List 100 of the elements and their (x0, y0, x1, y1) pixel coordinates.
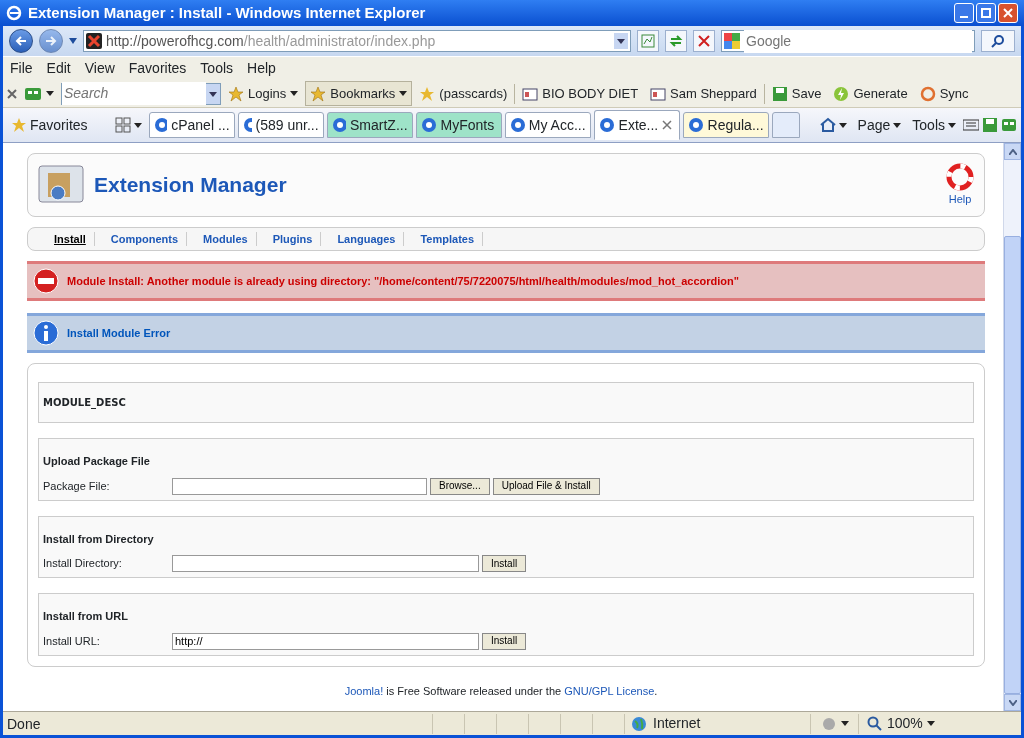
maximize-icon (981, 8, 991, 18)
site-logo-icon (86, 33, 102, 49)
search-field[interactable]: Search (61, 82, 221, 105)
command-button[interactable]: Tools (908, 114, 960, 136)
star-icon (310, 85, 327, 102)
caret-icon (838, 122, 847, 128)
minimize-icon (960, 16, 968, 18)
browser-tab[interactable]: (589 unr... (237, 112, 324, 138)
address-field[interactable]: http://powerofhcg.com/health/administrator/index.php (83, 30, 631, 52)
input-field[interactable] (172, 477, 427, 495)
robot-icon (1001, 117, 1017, 133)
field-label: Package File: (43, 478, 111, 494)
footer-link[interactable]: Joomla! (344, 684, 384, 697)
command-button[interactable]: Page (853, 114, 906, 136)
toolbar-button[interactable]: Sync (914, 80, 974, 107)
browser-tab[interactable]: Regula... (682, 112, 769, 138)
submenu-link[interactable]: Languages (329, 232, 405, 246)
menu-item[interactable]: File (3, 58, 40, 79)
toolbar-button[interactable]: (passcards) (414, 80, 513, 107)
stop-icon[interactable] (693, 30, 715, 52)
toolbar-button[interactable]: Bookmarks (305, 80, 413, 107)
search-engine-icon (724, 33, 740, 49)
submenu-link[interactable]: Modules (195, 232, 257, 246)
browser-tab[interactable]: cPanel ... (148, 112, 235, 138)
browser-tab[interactable]: SmartZ... (326, 112, 413, 138)
grid-icon (114, 117, 131, 133)
card-icon (522, 85, 539, 102)
input-field[interactable]: http:// (172, 632, 479, 650)
page-icon (509, 117, 525, 133)
info-message: Install Module Error (27, 313, 985, 353)
floppy-icon (982, 117, 998, 133)
refresh-icon[interactable] (665, 30, 687, 52)
compatibility-icon[interactable] (637, 30, 659, 52)
menu-item[interactable]: View (77, 58, 122, 79)
left-arrow-icon (15, 35, 27, 47)
home-icon (819, 117, 836, 133)
page-title: Extension Manager (94, 172, 287, 199)
scroll-up-button[interactable] (1004, 143, 1021, 160)
menu-item[interactable]: Edit (39, 58, 78, 79)
toolbar-button[interactable]: Sam Sheppard (645, 80, 762, 107)
caret-icon (290, 91, 299, 96)
section-title: Upload Package File (43, 454, 151, 469)
window-title: Extension Manager : Install - Windows Internet Explorer (28, 2, 426, 23)
toolbar-button[interactable]: BIO BODY DIET (517, 80, 644, 107)
field-label: Install URL: (43, 633, 101, 649)
status-text: Done (3, 713, 433, 734)
caret-icon (840, 721, 849, 726)
forward-button[interactable] (39, 29, 63, 53)
close-icon (7, 88, 17, 99)
caret-icon (893, 122, 902, 128)
input-field[interactable] (172, 555, 479, 572)
zoom-button[interactable]: 100% (859, 713, 935, 734)
submenu-link[interactable]: Install (46, 232, 95, 246)
form-button[interactable]: Install (482, 632, 527, 650)
dropdown-arrow-icon[interactable] (69, 38, 77, 44)
close-button[interactable] (998, 3, 1018, 23)
keyboard-icon (963, 117, 979, 133)
browser-logo-icon (6, 5, 22, 21)
toolbar-button[interactable]: Save (766, 80, 827, 107)
browser-tab[interactable]: My Acc... (504, 112, 591, 138)
info-icon (33, 320, 59, 346)
page-icon (242, 117, 252, 133)
field-label: Install Directory: (43, 556, 123, 572)
section-title: Install from URL (43, 609, 129, 624)
scrollbar-thumb[interactable] (1004, 236, 1021, 694)
star-icon (11, 117, 27, 133)
section-title: Install from Directory (43, 531, 155, 547)
toolbar-button[interactable]: Generate (828, 80, 913, 107)
browser-tab[interactable]: Exte... (593, 110, 680, 140)
page-icon (687, 117, 704, 133)
caret-icon (133, 122, 142, 128)
back-button[interactable] (9, 29, 33, 53)
form-button[interactable]: Browse... (430, 477, 490, 495)
minimize-button[interactable] (954, 3, 974, 23)
maximize-button[interactable] (976, 3, 996, 23)
caret-icon (46, 91, 54, 96)
error-message: Module Install: Another module is already using directory: "/home/content/75/7220075/html/health/modules/mod_hot_accordion" (27, 261, 985, 301)
search-button[interactable] (981, 30, 1015, 52)
search-field[interactable]: Google (721, 30, 975, 52)
form-button[interactable]: Upload File & Install (492, 477, 600, 495)
caret-icon (399, 91, 408, 96)
submenu-link[interactable]: Templates (412, 232, 484, 246)
menu-item[interactable]: Tools (193, 58, 241, 79)
bolt-icon (833, 85, 850, 102)
menu-item[interactable]: Help (240, 58, 283, 79)
robot-icon (24, 85, 42, 102)
page-icon (331, 117, 346, 133)
close-icon (1003, 8, 1013, 18)
browser-tab[interactable]: MyFonts (415, 112, 502, 138)
toolbar-button[interactable]: Logins (223, 80, 304, 107)
scroll-down-button[interactable] (1004, 694, 1021, 711)
floppy-icon (771, 85, 788, 102)
form-button[interactable]: Install (482, 555, 527, 572)
footer-text: is Free Software released under the (385, 684, 563, 697)
menu-item[interactable]: Favorites (121, 58, 194, 79)
submenu-link[interactable]: Plugins (264, 232, 322, 246)
favorites-button[interactable]: Favorites (7, 114, 92, 136)
package-icon (38, 165, 84, 205)
footer-text: . (654, 684, 658, 697)
submenu-link[interactable]: Components (102, 232, 188, 246)
